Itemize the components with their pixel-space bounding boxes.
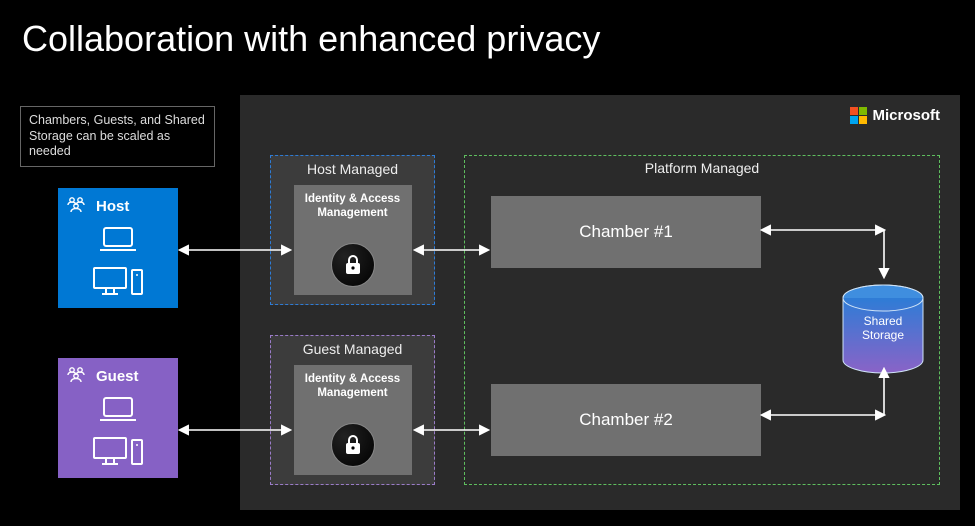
- scaling-note: Chambers, Guests, and Shared Storage can…: [20, 106, 215, 167]
- storage-label-2: Storage: [862, 329, 904, 343]
- lock-icon: [331, 243, 375, 287]
- laptop-icon: [96, 224, 140, 254]
- microsoft-logo-icon: [850, 107, 867, 124]
- lock-icon: [331, 423, 375, 467]
- microsoft-logo: Microsoft: [850, 107, 941, 124]
- page-title: Collaboration with enhanced privacy: [22, 18, 600, 60]
- platform-panel: Microsoft Host Managed Identity & Access…: [240, 95, 960, 510]
- guest-managed-zone: Guest Managed Identity & Access Manageme…: [270, 335, 435, 485]
- host-org-card: Host: [58, 188, 178, 308]
- desktop-icon: [90, 434, 146, 468]
- laptop-icon: [96, 394, 140, 424]
- people-icon: [66, 366, 88, 384]
- microsoft-logo-text: Microsoft: [873, 107, 941, 124]
- desktop-icon: [90, 264, 146, 298]
- host-managed-title: Host Managed: [271, 161, 434, 177]
- host-managed-zone: Host Managed Identity & Access Managemen…: [270, 155, 435, 305]
- host-iam-box: Identity & Access Management: [294, 185, 412, 295]
- chamber-2: Chamber #2: [491, 384, 761, 456]
- platform-managed-title: Platform Managed: [465, 160, 939, 176]
- guest-iam-box: Identity & Access Management: [294, 365, 412, 475]
- host-iam-label: Identity & Access Management: [294, 193, 412, 221]
- guest-managed-title: Guest Managed: [271, 341, 434, 357]
- people-icon: [66, 196, 88, 214]
- host-label: Host: [96, 198, 168, 215]
- platform-managed-zone: Platform Managed Chamber #1 Chamber #2 S…: [464, 155, 940, 485]
- guest-label: Guest: [96, 368, 168, 385]
- guest-iam-label: Identity & Access Management: [294, 373, 412, 401]
- guest-org-card: Guest: [58, 358, 178, 478]
- storage-label-1: Shared: [862, 315, 904, 329]
- chamber-1: Chamber #1: [491, 196, 761, 268]
- shared-storage: Shared Storage: [841, 284, 925, 374]
